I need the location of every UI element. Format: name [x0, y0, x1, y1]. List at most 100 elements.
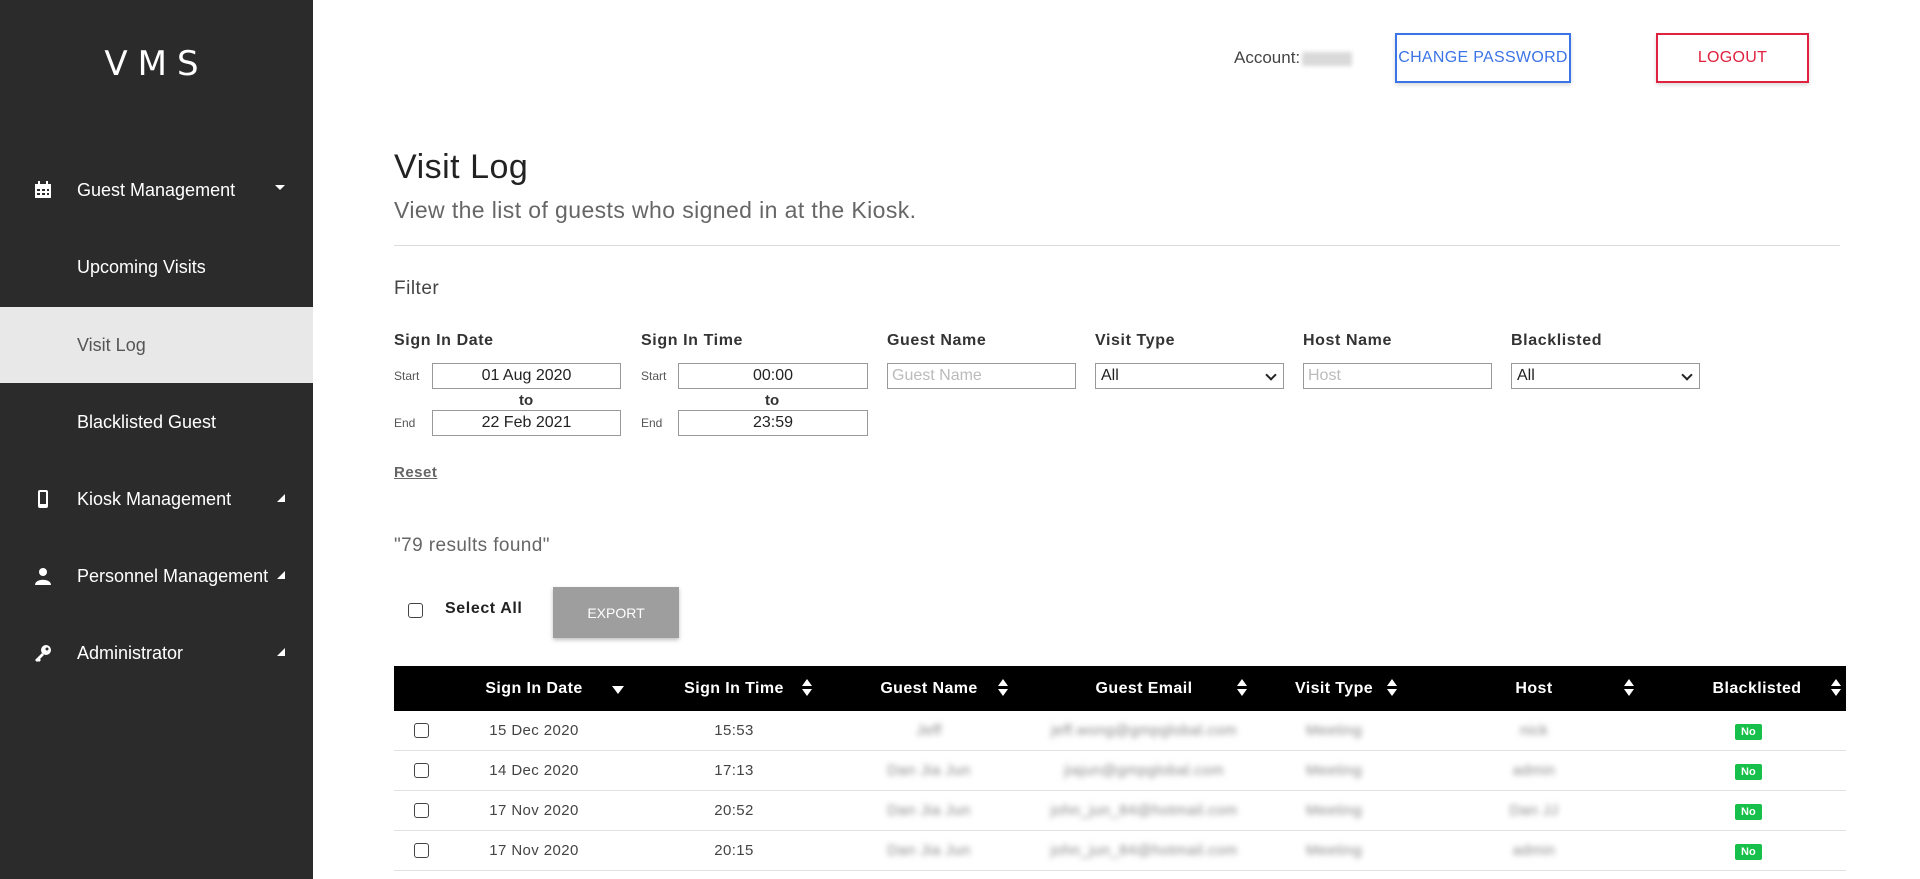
page-subtitle: View the list of guests who signed in at…	[394, 197, 917, 223]
user-icon	[35, 568, 51, 585]
sidebar-item-visit-log[interactable]: Visit Log	[0, 307, 313, 383]
caret-down-icon	[275, 185, 285, 190]
blacklisted-label: Blacklisted	[1511, 332, 1603, 349]
sign-in-date-end-input[interactable]: 22 Feb 2021	[432, 410, 621, 436]
guest-name-label: Guest Name	[887, 332, 987, 349]
blacklisted-badge: No	[1735, 804, 1762, 820]
cell-visit-type: Meeting	[1305, 842, 1363, 859]
export-button[interactable]: EXPORT	[553, 587, 679, 638]
blacklisted-badge: No	[1735, 724, 1762, 740]
col-sign-in-time[interactable]: Sign In Time	[664, 666, 804, 711]
end-label: End	[394, 416, 416, 430]
sort-icon[interactable]	[1831, 677, 1841, 699]
blacklisted-badge: No	[1735, 844, 1762, 860]
start-label: Start	[641, 369, 667, 383]
table-row[interactable]: 15 Dec 2020 15:53 Jeff jeff.wong@gmpglob…	[394, 711, 1846, 751]
row-checkbox[interactable]	[414, 803, 429, 818]
sign-in-time-label: Sign In Time	[641, 332, 744, 349]
sort-desc-icon[interactable]	[612, 686, 624, 694]
visit-type-label: Visit Type	[1095, 332, 1176, 349]
sidebar-item-blacklisted-guest[interactable]: Blacklisted Guest	[0, 384, 313, 460]
sidebar-item-administrator[interactable]: Administrator	[0, 615, 313, 691]
visit-type-select[interactable]: All	[1095, 363, 1284, 389]
sort-icon[interactable]	[1624, 677, 1634, 699]
caret-icon	[277, 494, 285, 502]
col-guest-name[interactable]: Guest Name	[849, 666, 1009, 711]
sidebar-item-label: Administrator	[77, 642, 184, 663]
cell-date: 17 Nov 2020	[489, 842, 579, 859]
cell-host: Dan JJ	[1509, 802, 1559, 819]
sort-icon[interactable]	[1387, 677, 1397, 699]
cell-visit-type: Meeting	[1305, 802, 1363, 819]
sidebar-item-kiosk-management[interactable]: Kiosk Management	[0, 461, 313, 537]
col-sign-in-date[interactable]: Sign In Date	[464, 666, 604, 711]
select-all-checkbox[interactable]	[408, 603, 423, 618]
to-label: to	[519, 392, 534, 409]
cell-time: 20:15	[714, 842, 754, 859]
row-checkbox[interactable]	[414, 843, 429, 858]
sidebar-item-guest-management[interactable]: Guest Management	[0, 152, 313, 228]
host-name-input[interactable]: Host	[1303, 363, 1492, 389]
change-password-button[interactable]: CHANGE PASSWORD	[1395, 33, 1571, 83]
cell-visit-type: Meeting	[1305, 722, 1363, 739]
cell-host: admin	[1512, 762, 1556, 779]
guest-name-input[interactable]: Guest Name	[887, 363, 1076, 389]
sidebar-item-label: Personnel Management	[77, 565, 269, 586]
blacklisted-select[interactable]: All	[1511, 363, 1700, 389]
end-label: End	[641, 416, 663, 430]
account-info: Account:	[1234, 48, 1353, 68]
cell-guest-name: Dan Jia Jun	[887, 802, 971, 819]
sort-icon[interactable]	[998, 677, 1008, 699]
reset-link[interactable]: Reset	[394, 464, 437, 481]
col-guest-email[interactable]: Guest Email	[1044, 666, 1244, 711]
sidebar-item-label: Guest Management	[77, 179, 236, 200]
sidebar-item-label: Kiosk Management	[77, 488, 232, 509]
account-label: Account:	[1234, 48, 1301, 67]
caret-icon	[277, 648, 285, 656]
cell-date: 15 Dec 2020	[489, 722, 579, 739]
row-checkbox[interactable]	[414, 763, 429, 778]
select-all-label: Select All	[445, 600, 523, 617]
col-blacklisted[interactable]: Blacklisted	[1677, 666, 1837, 711]
sort-icon[interactable]	[1237, 677, 1247, 699]
sidebar-item-personnel-management[interactable]: Personnel Management	[0, 538, 313, 614]
col-visit-type[interactable]: Visit Type	[1264, 666, 1404, 711]
cell-time: 20:52	[714, 802, 754, 819]
cell-date: 17 Nov 2020	[489, 802, 579, 819]
start-label: Start	[394, 369, 420, 383]
sidebar: VMS Guest Management Upcoming Visits Vis…	[0, 0, 313, 879]
account-name-redacted	[1302, 51, 1353, 66]
col-host[interactable]: Host	[1464, 666, 1604, 711]
cell-guest-email: jeff.wong@gmpglobal.com	[1051, 722, 1237, 739]
divider	[394, 245, 1840, 246]
filter-title: Filter	[394, 278, 440, 299]
cell-visit-type: Meeting	[1305, 762, 1363, 779]
host-name-label: Host Name	[1303, 332, 1392, 349]
cell-host: nick	[1519, 722, 1549, 739]
cell-guest-name: Jeff	[916, 722, 942, 739]
table-row[interactable]: 17 Nov 2020 20:52 Dan Jia Jun john_jun_8…	[394, 791, 1846, 831]
sidebar-item-upcoming-visits[interactable]: Upcoming Visits	[0, 229, 313, 305]
cell-guest-email: john_jun_84@hotmail.com	[1050, 842, 1238, 859]
cell-time: 15:53	[714, 722, 754, 739]
page-title: Visit Log	[394, 148, 529, 186]
cell-guest-email: john_jun_84@hotmail.com	[1050, 802, 1238, 819]
blacklisted-badge: No	[1735, 764, 1762, 780]
table-header: Sign In Date Sign In Time Guest Name Gue…	[394, 666, 1846, 711]
to-label: to	[765, 392, 780, 409]
mobile-icon	[38, 490, 48, 508]
brand-logo: VMS	[104, 44, 209, 84]
sign-in-time-end-input[interactable]: 23:59	[678, 410, 868, 436]
sign-in-time-start-input[interactable]: 00:00	[678, 363, 868, 389]
sign-in-date-start-input[interactable]: 01 Aug 2020	[432, 363, 621, 389]
cell-guest-email: jiajun@gmpglobal.com	[1064, 762, 1224, 779]
table-row[interactable]: 14 Dec 2020 17:13 Dan Jia Jun jiajun@gmp…	[394, 751, 1846, 791]
row-checkbox[interactable]	[414, 723, 429, 738]
sidebar-item-label: Upcoming Visits	[77, 256, 206, 277]
sidebar-item-label: Visit Log	[77, 334, 146, 355]
calendar-icon	[35, 181, 51, 198]
table-row[interactable]: 17 Nov 2020 20:15 Dan Jia Jun john_jun_8…	[394, 831, 1846, 871]
logout-button[interactable]: LOGOUT	[1656, 33, 1809, 83]
sort-icon[interactable]	[802, 677, 812, 699]
key-icon	[35, 645, 51, 662]
